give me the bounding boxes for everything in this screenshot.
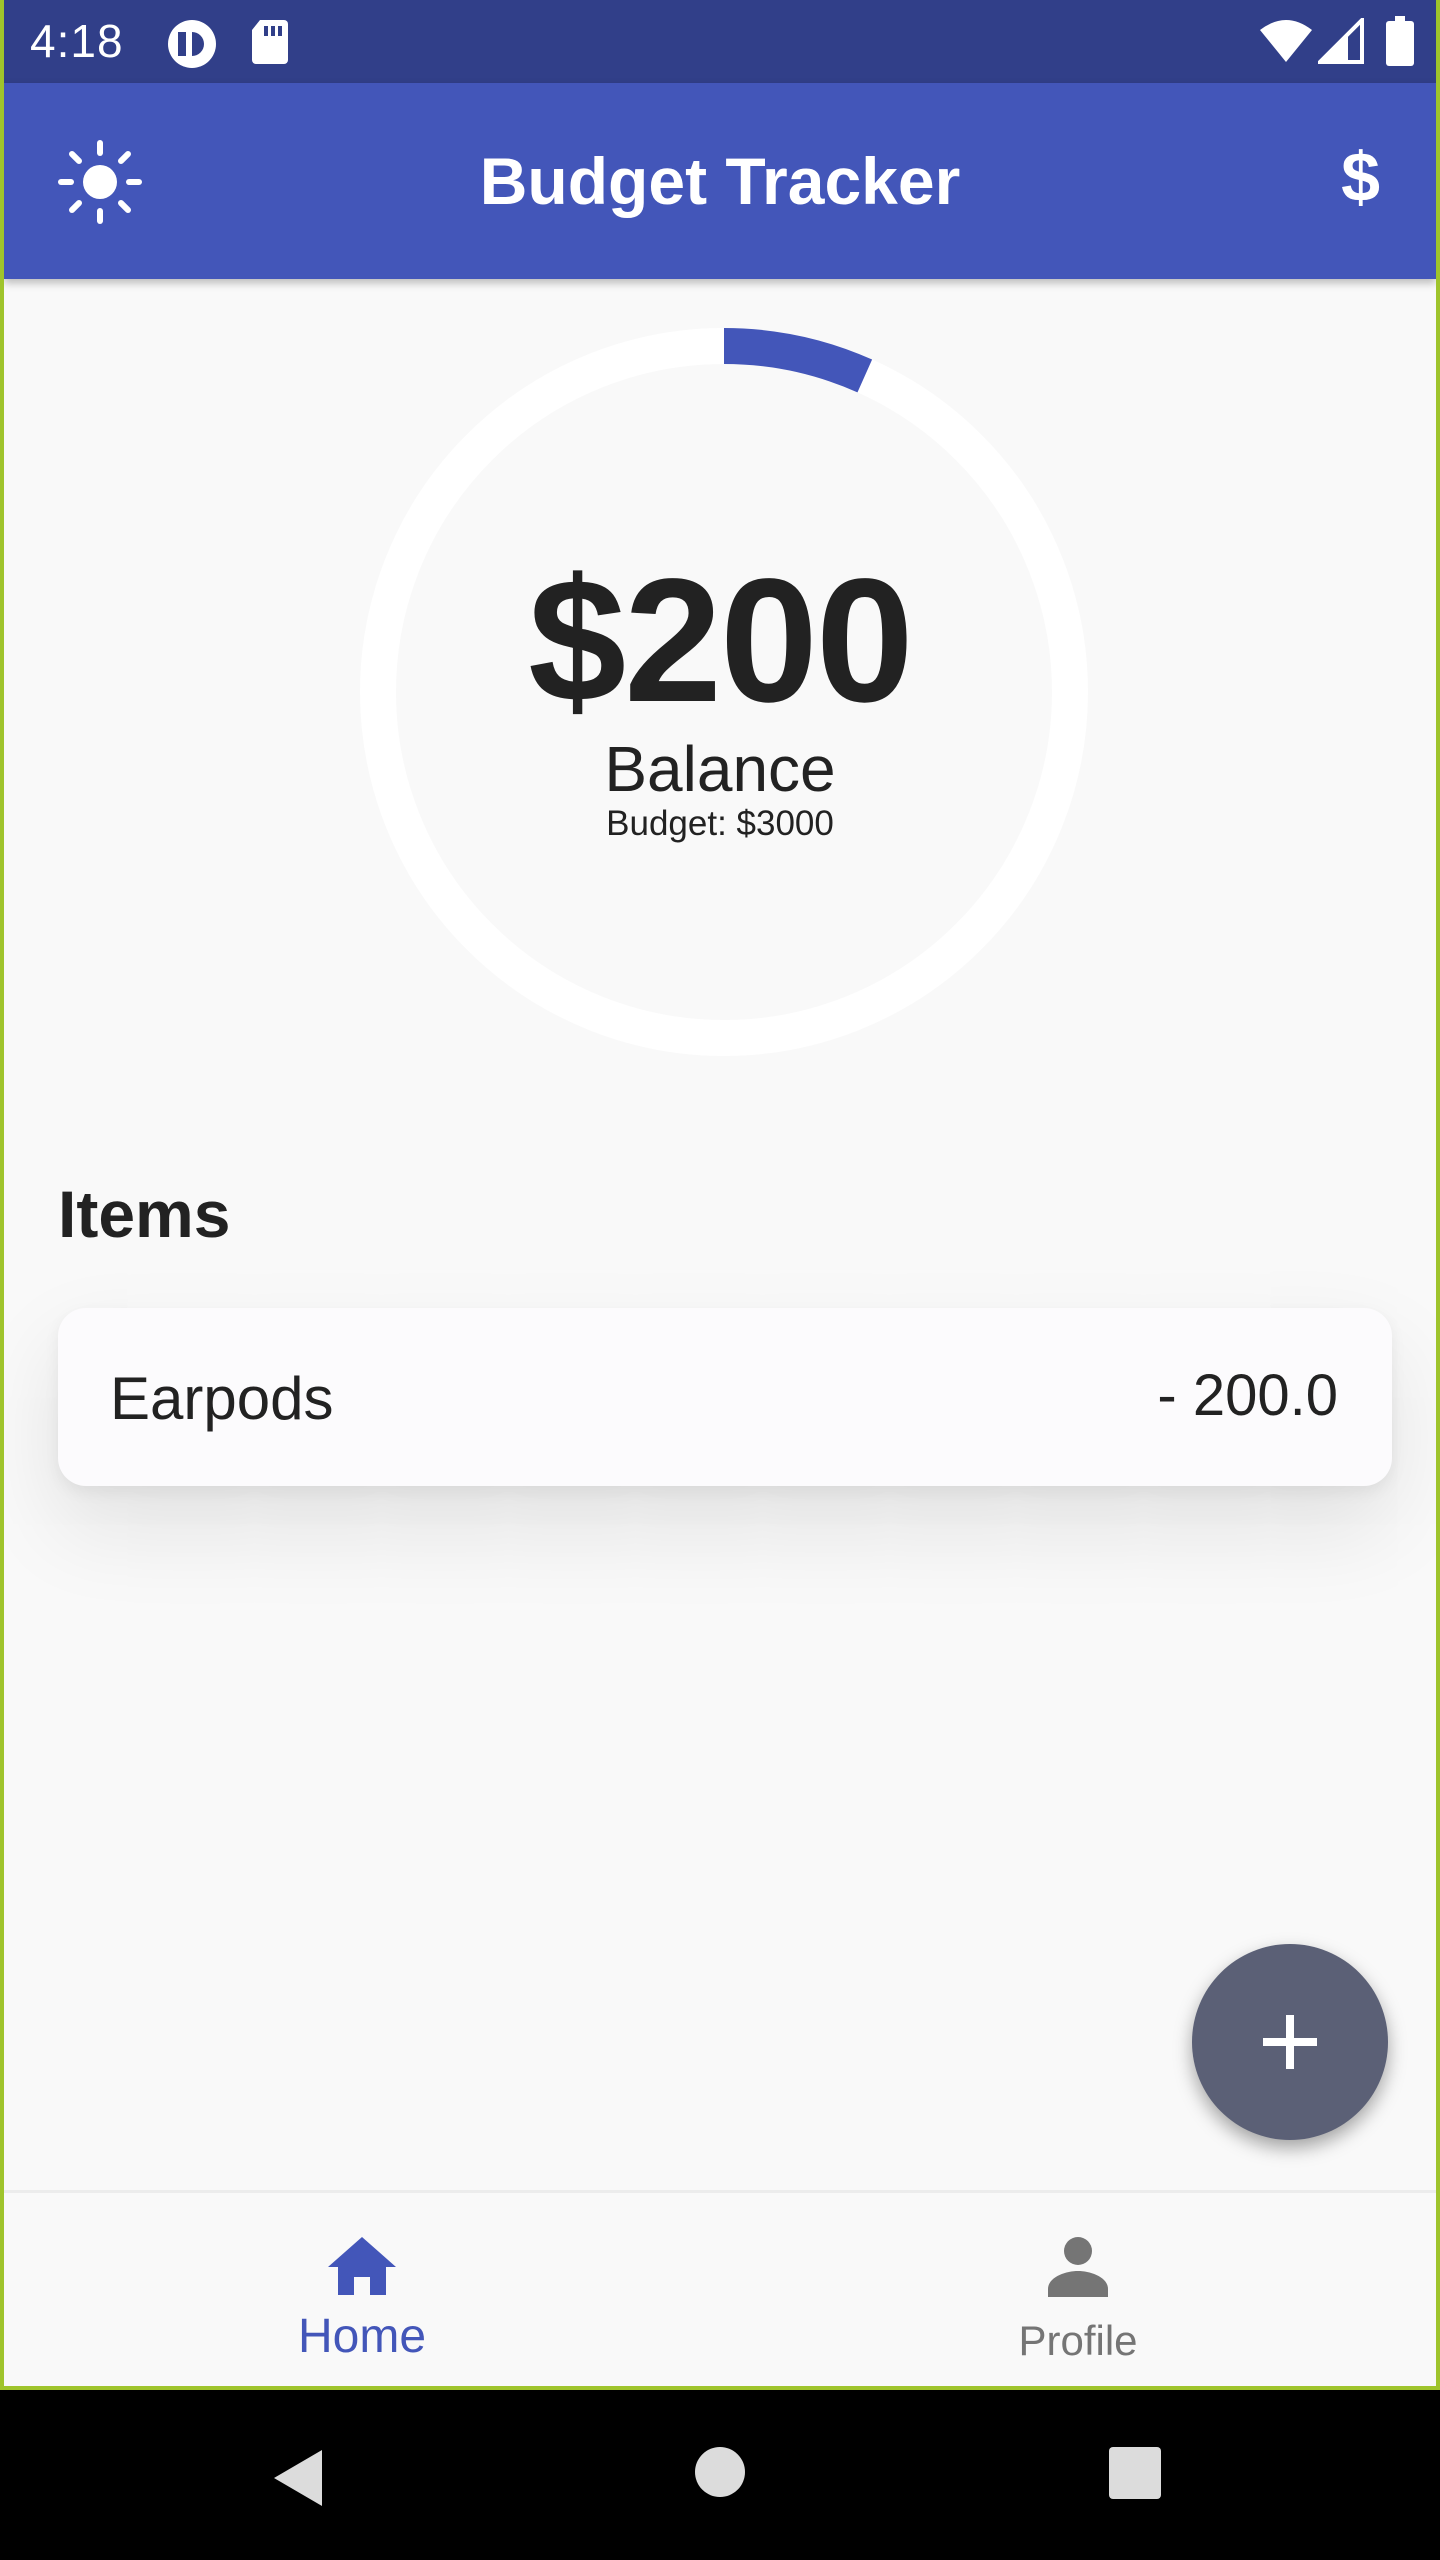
cell-signal-icon bbox=[1318, 18, 1364, 64]
system-navigation-bar bbox=[0, 2390, 1440, 2560]
balance-label: Balance bbox=[604, 733, 836, 805]
person-icon bbox=[1048, 2237, 1108, 2297]
app-bar: Budget Tracker $ bbox=[4, 83, 1436, 279]
app-notification-icon bbox=[168, 20, 216, 68]
home-circle-icon[interactable] bbox=[694, 2446, 746, 2498]
currency-button[interactable]: $ bbox=[1341, 137, 1380, 217]
status-bar: 4:18 bbox=[4, 0, 1436, 83]
nav-label-profile: Profile bbox=[1018, 2317, 1138, 2364]
app-title: Budget Tracker bbox=[479, 144, 961, 218]
bottom-navigation: Home Profile bbox=[4, 2190, 1436, 2386]
battery-icon bbox=[1386, 16, 1414, 66]
nav-item-profile[interactable]: Profile bbox=[720, 2193, 1436, 2386]
status-time: 4:18 bbox=[30, 15, 124, 67]
nav-label-home: Home bbox=[297, 2310, 427, 2363]
budget-label: Budget: $3000 bbox=[606, 804, 834, 843]
plus-icon bbox=[1263, 2015, 1317, 2069]
list-item[interactable]: Earpods - 200.0 bbox=[58, 1308, 1392, 1486]
items-heading: Items bbox=[58, 1177, 231, 1251]
balance-amount: $200 bbox=[528, 543, 914, 739]
add-item-button[interactable] bbox=[1192, 1944, 1388, 2140]
wifi-icon bbox=[1260, 20, 1312, 62]
home-icon bbox=[328, 2237, 396, 2295]
sd-card-icon bbox=[252, 20, 288, 64]
item-amount: - 200.0 bbox=[1157, 1363, 1338, 1428]
app-screen: 4:18 Budget Tracker $ $200 Balance Budge… bbox=[0, 0, 1440, 2390]
recents-icon[interactable] bbox=[1108, 2446, 1162, 2500]
back-icon[interactable] bbox=[268, 2446, 328, 2510]
nav-item-home[interactable]: Home bbox=[4, 2193, 720, 2386]
item-name: Earpods bbox=[110, 1365, 334, 1432]
